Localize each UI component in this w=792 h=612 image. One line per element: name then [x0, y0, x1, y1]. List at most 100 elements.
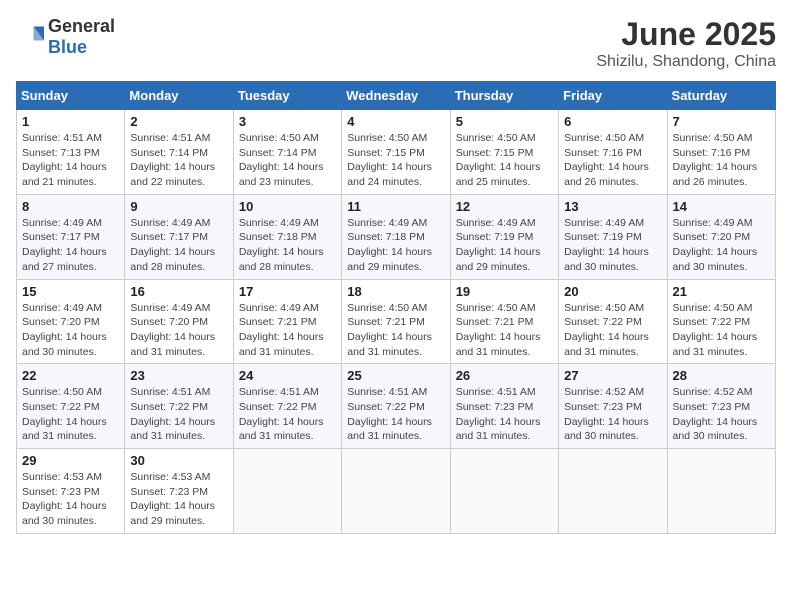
day-info: Sunrise: 4:51 AMSunset: 7:22 PMDaylight:…	[347, 386, 432, 442]
day-number: 9	[130, 199, 227, 214]
calendar-cell: 21 Sunrise: 4:50 AMSunset: 7:22 PMDaylig…	[667, 279, 775, 364]
day-number: 20	[564, 284, 661, 299]
day-number: 22	[22, 368, 119, 383]
calendar-cell: 5 Sunrise: 4:50 AMSunset: 7:15 PMDayligh…	[450, 110, 558, 195]
calendar-cell: 26 Sunrise: 4:51 AMSunset: 7:23 PMDaylig…	[450, 364, 558, 449]
weekday-header: Sunday	[17, 82, 125, 110]
calendar-cell: 20 Sunrise: 4:50 AMSunset: 7:22 PMDaylig…	[559, 279, 667, 364]
day-number: 12	[456, 199, 553, 214]
day-number: 13	[564, 199, 661, 214]
weekday-header: Monday	[125, 82, 233, 110]
weekday-header: Saturday	[667, 82, 775, 110]
location-title: Shizilu, Shandong, China	[596, 53, 776, 71]
page-header: General Blue June 2025 Shizilu, Shandong…	[16, 16, 776, 71]
calendar-cell	[342, 449, 450, 534]
calendar-cell: 1 Sunrise: 4:51 AMSunset: 7:13 PMDayligh…	[17, 110, 125, 195]
logo: General Blue	[16, 16, 115, 58]
day-number: 30	[130, 453, 227, 468]
calendar-table: SundayMondayTuesdayWednesdayThursdayFrid…	[16, 81, 776, 534]
day-info: Sunrise: 4:50 AMSunset: 7:16 PMDaylight:…	[564, 132, 649, 188]
day-number: 14	[673, 199, 770, 214]
day-number: 10	[239, 199, 336, 214]
calendar-cell: 15 Sunrise: 4:49 AMSunset: 7:20 PMDaylig…	[17, 279, 125, 364]
day-info: Sunrise: 4:52 AMSunset: 7:23 PMDaylight:…	[673, 386, 758, 442]
calendar-cell: 7 Sunrise: 4:50 AMSunset: 7:16 PMDayligh…	[667, 110, 775, 195]
weekday-header: Friday	[559, 82, 667, 110]
day-info: Sunrise: 4:50 AMSunset: 7:21 PMDaylight:…	[347, 302, 432, 358]
calendar-cell: 9 Sunrise: 4:49 AMSunset: 7:17 PMDayligh…	[125, 194, 233, 279]
day-number: 2	[130, 114, 227, 129]
day-number: 29	[22, 453, 119, 468]
calendar-cell: 23 Sunrise: 4:51 AMSunset: 7:22 PMDaylig…	[125, 364, 233, 449]
day-number: 6	[564, 114, 661, 129]
day-info: Sunrise: 4:49 AMSunset: 7:20 PMDaylight:…	[673, 217, 758, 273]
day-info: Sunrise: 4:50 AMSunset: 7:15 PMDaylight:…	[347, 132, 432, 188]
day-info: Sunrise: 4:49 AMSunset: 7:19 PMDaylight:…	[564, 217, 649, 273]
calendar-cell: 11 Sunrise: 4:49 AMSunset: 7:18 PMDaylig…	[342, 194, 450, 279]
calendar-cell: 2 Sunrise: 4:51 AMSunset: 7:14 PMDayligh…	[125, 110, 233, 195]
title-area: June 2025 Shizilu, Shandong, China	[596, 16, 776, 71]
day-number: 16	[130, 284, 227, 299]
calendar-cell: 19 Sunrise: 4:50 AMSunset: 7:21 PMDaylig…	[450, 279, 558, 364]
calendar-cell: 17 Sunrise: 4:49 AMSunset: 7:21 PMDaylig…	[233, 279, 341, 364]
calendar-cell: 28 Sunrise: 4:52 AMSunset: 7:23 PMDaylig…	[667, 364, 775, 449]
calendar-week-row: 29 Sunrise: 4:53 AMSunset: 7:23 PMDaylig…	[17, 449, 776, 534]
calendar-cell: 3 Sunrise: 4:50 AMSunset: 7:14 PMDayligh…	[233, 110, 341, 195]
day-info: Sunrise: 4:53 AMSunset: 7:23 PMDaylight:…	[22, 471, 107, 527]
day-info: Sunrise: 4:50 AMSunset: 7:16 PMDaylight:…	[673, 132, 758, 188]
day-number: 11	[347, 199, 444, 214]
day-number: 18	[347, 284, 444, 299]
calendar-week-row: 1 Sunrise: 4:51 AMSunset: 7:13 PMDayligh…	[17, 110, 776, 195]
day-number: 17	[239, 284, 336, 299]
day-info: Sunrise: 4:51 AMSunset: 7:13 PMDaylight:…	[22, 132, 107, 188]
day-info: Sunrise: 4:50 AMSunset: 7:22 PMDaylight:…	[673, 302, 758, 358]
calendar-week-row: 22 Sunrise: 4:50 AMSunset: 7:22 PMDaylig…	[17, 364, 776, 449]
day-number: 25	[347, 368, 444, 383]
day-info: Sunrise: 4:51 AMSunset: 7:22 PMDaylight:…	[239, 386, 324, 442]
day-info: Sunrise: 4:50 AMSunset: 7:15 PMDaylight:…	[456, 132, 541, 188]
day-number: 24	[239, 368, 336, 383]
weekday-header-row: SundayMondayTuesdayWednesdayThursdayFrid…	[17, 82, 776, 110]
day-info: Sunrise: 4:49 AMSunset: 7:18 PMDaylight:…	[239, 217, 324, 273]
day-info: Sunrise: 4:49 AMSunset: 7:18 PMDaylight:…	[347, 217, 432, 273]
day-number: 26	[456, 368, 553, 383]
calendar-cell: 12 Sunrise: 4:49 AMSunset: 7:19 PMDaylig…	[450, 194, 558, 279]
day-number: 3	[239, 114, 336, 129]
day-number: 5	[456, 114, 553, 129]
day-number: 8	[22, 199, 119, 214]
day-info: Sunrise: 4:52 AMSunset: 7:23 PMDaylight:…	[564, 386, 649, 442]
logo-icon	[16, 23, 44, 51]
day-number: 23	[130, 368, 227, 383]
calendar-cell: 22 Sunrise: 4:50 AMSunset: 7:22 PMDaylig…	[17, 364, 125, 449]
calendar-cell	[233, 449, 341, 534]
day-info: Sunrise: 4:49 AMSunset: 7:20 PMDaylight:…	[130, 302, 215, 358]
calendar-cell: 8 Sunrise: 4:49 AMSunset: 7:17 PMDayligh…	[17, 194, 125, 279]
logo-text-blue: Blue	[48, 37, 87, 57]
weekday-header: Thursday	[450, 82, 558, 110]
weekday-header: Wednesday	[342, 82, 450, 110]
day-info: Sunrise: 4:49 AMSunset: 7:19 PMDaylight:…	[456, 217, 541, 273]
calendar-cell: 18 Sunrise: 4:50 AMSunset: 7:21 PMDaylig…	[342, 279, 450, 364]
calendar-cell	[667, 449, 775, 534]
day-number: 4	[347, 114, 444, 129]
calendar-cell: 30 Sunrise: 4:53 AMSunset: 7:23 PMDaylig…	[125, 449, 233, 534]
day-number: 15	[22, 284, 119, 299]
day-info: Sunrise: 4:50 AMSunset: 7:21 PMDaylight:…	[456, 302, 541, 358]
calendar-cell	[450, 449, 558, 534]
calendar-cell: 13 Sunrise: 4:49 AMSunset: 7:19 PMDaylig…	[559, 194, 667, 279]
calendar-cell: 14 Sunrise: 4:49 AMSunset: 7:20 PMDaylig…	[667, 194, 775, 279]
day-info: Sunrise: 4:50 AMSunset: 7:22 PMDaylight:…	[564, 302, 649, 358]
day-info: Sunrise: 4:49 AMSunset: 7:20 PMDaylight:…	[22, 302, 107, 358]
calendar-cell: 16 Sunrise: 4:49 AMSunset: 7:20 PMDaylig…	[125, 279, 233, 364]
day-info: Sunrise: 4:51 AMSunset: 7:14 PMDaylight:…	[130, 132, 215, 188]
calendar-cell: 29 Sunrise: 4:53 AMSunset: 7:23 PMDaylig…	[17, 449, 125, 534]
day-info: Sunrise: 4:49 AMSunset: 7:21 PMDaylight:…	[239, 302, 324, 358]
day-info: Sunrise: 4:51 AMSunset: 7:22 PMDaylight:…	[130, 386, 215, 442]
day-number: 1	[22, 114, 119, 129]
calendar-cell: 4 Sunrise: 4:50 AMSunset: 7:15 PMDayligh…	[342, 110, 450, 195]
calendar-cell: 27 Sunrise: 4:52 AMSunset: 7:23 PMDaylig…	[559, 364, 667, 449]
weekday-header: Tuesday	[233, 82, 341, 110]
logo-text-general: General	[48, 16, 115, 36]
day-info: Sunrise: 4:50 AMSunset: 7:14 PMDaylight:…	[239, 132, 324, 188]
day-number: 7	[673, 114, 770, 129]
